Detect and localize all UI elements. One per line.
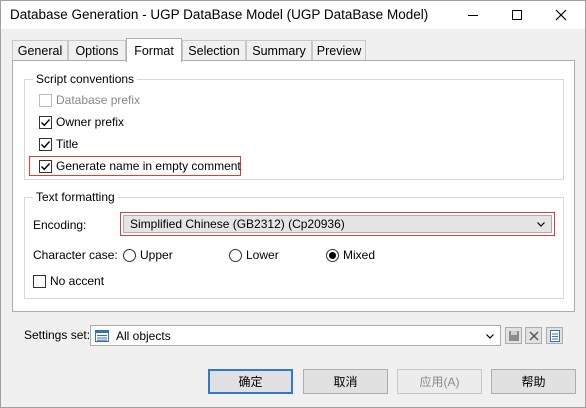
tab-options[interactable]: Options: [68, 40, 126, 61]
checkmark-icon: [41, 118, 51, 126]
save-icon: [508, 330, 519, 341]
tab-label: Summary: [252, 44, 306, 58]
radio-label: Mixed: [343, 248, 376, 262]
minimize-button[interactable]: [451, 1, 495, 29]
checkmark-icon: [41, 162, 51, 170]
encoding-value: Simplified Chinese (GB2312) (Cp20936): [130, 217, 345, 231]
radio-circle: [123, 248, 136, 262]
chevron-down-icon: [486, 334, 494, 339]
tab-label: Options: [75, 44, 119, 58]
help-button[interactable]: 帮助: [491, 369, 576, 394]
checkbox-box: [39, 93, 52, 107]
radio-label: Lower: [246, 248, 279, 262]
close-icon: [555, 9, 567, 21]
checkmark-icon: [41, 140, 51, 148]
settings-set-value: All objects: [116, 328, 171, 343]
no-accent-checkbox[interactable]: No accent: [33, 274, 104, 288]
encoding-label: Encoding:: [33, 218, 87, 232]
group-legend: Text formatting: [33, 190, 118, 204]
database-prefix-checkbox[interactable]: Database prefix: [39, 93, 140, 107]
checkbox-label: Generate name in empty comment: [56, 159, 241, 173]
case-lower-radio[interactable]: Lower: [229, 248, 279, 262]
properties-icon: [549, 329, 560, 342]
title-bar: Database Generation - UGP DataBase Model…: [1, 1, 585, 29]
checkbox-box: [39, 115, 52, 129]
ok-button[interactable]: 确定: [208, 369, 293, 394]
character-case-label: Character case:: [33, 248, 118, 262]
checkbox-label: Owner prefix: [56, 115, 125, 129]
radio-selected-dot: [329, 251, 336, 259]
settings-properties-button[interactable]: [546, 327, 563, 344]
button-label: 确定: [238, 375, 263, 389]
encoding-select[interactable]: Simplified Chinese (GB2312) (Cp20936): [123, 215, 552, 233]
settings-set-combo[interactable]: All objects: [90, 325, 501, 346]
delete-icon: [529, 331, 538, 340]
maximize-icon: [512, 10, 522, 20]
tab-label: Format: [134, 43, 174, 58]
cancel-button[interactable]: 取消: [303, 369, 388, 394]
radio-circle: [229, 248, 242, 262]
radio-label: Upper: [140, 248, 173, 262]
tab-label: Selection: [188, 44, 240, 58]
radio-circle: [326, 248, 339, 262]
button-label: 应用(A): [419, 375, 460, 389]
tab-summary[interactable]: Summary: [246, 40, 312, 61]
title-checkbox[interactable]: Title: [39, 137, 78, 151]
dialog-window: Database Generation - UGP DataBase Model…: [0, 0, 586, 408]
checkbox-box: [33, 274, 46, 288]
close-button[interactable]: [539, 1, 583, 29]
settings-set-label: Settings set:: [24, 328, 91, 342]
window-title: Database Generation - UGP DataBase Model…: [10, 7, 429, 22]
tab-general[interactable]: General: [12, 40, 68, 61]
button-label: 帮助: [521, 375, 546, 389]
tab-label: General: [17, 44, 63, 58]
save-settings-button[interactable]: [505, 327, 522, 344]
apply-button[interactable]: 应用(A): [397, 369, 482, 394]
format-tab-panel: Script conventions Database prefix Owner…: [12, 60, 575, 312]
group-legend: Script conventions: [33, 72, 138, 86]
tab-selection[interactable]: Selection: [182, 40, 246, 61]
chevron-down-icon: [537, 222, 545, 227]
tab-preview[interactable]: Preview: [312, 40, 366, 61]
tab-format[interactable]: Format: [126, 38, 182, 62]
case-mixed-radio[interactable]: Mixed: [326, 248, 375, 262]
text-formatting-group: Text formatting Encoding: Simplified Chi…: [24, 190, 564, 299]
generate-name-in-empty-comment-checkbox[interactable]: Generate name in empty comment: [39, 159, 241, 173]
owner-prefix-checkbox[interactable]: Owner prefix: [39, 115, 124, 129]
checkbox-box: [39, 159, 52, 173]
maximize-button[interactable]: [495, 1, 539, 29]
checkbox-box: [39, 137, 52, 151]
tab-label: Preview: [316, 44, 362, 58]
checkbox-label: Database prefix: [56, 93, 141, 107]
checkbox-label: Title: [56, 137, 79, 151]
delete-settings-button[interactable]: [525, 327, 542, 344]
checkbox-label: No accent: [50, 274, 105, 288]
script-conventions-group: Script conventions Database prefix Owner…: [24, 72, 564, 180]
case-upper-radio[interactable]: Upper: [123, 248, 173, 262]
button-label: 取消: [333, 375, 358, 389]
minimize-icon: [468, 14, 478, 16]
list-icon: [95, 329, 109, 342]
